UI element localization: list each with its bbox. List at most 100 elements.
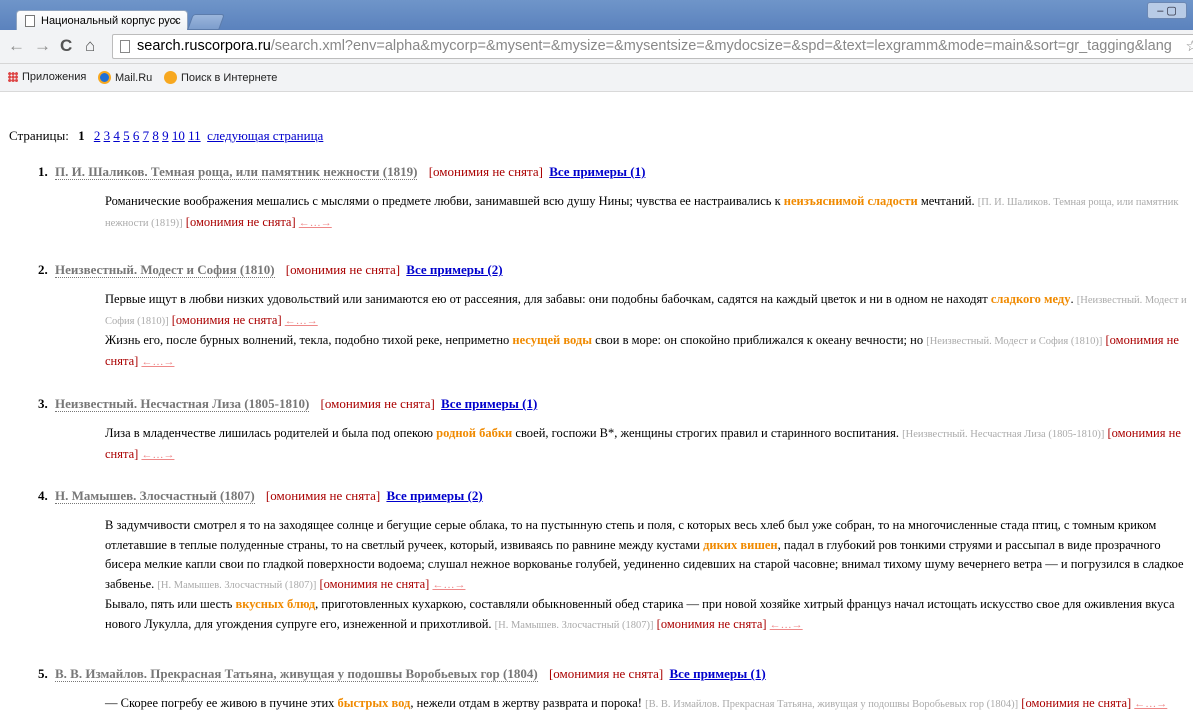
doc-number: 2. [38, 262, 48, 277]
snippet-source[interactable]: [Неизвестный. Несчастная Лиза (1805-1810… [902, 429, 1104, 440]
url-host: search.ruscorpora.ru [137, 38, 271, 54]
reload-icon[interactable]: C [60, 36, 72, 56]
snippet-source[interactable]: [Н. Мамышев. Злосчастный (1807)] [495, 620, 654, 631]
result-doc-1: 1. П. И. Шаликов. Темная роща, или памят… [38, 164, 1188, 233]
pager-link-6[interactable]: 6 [133, 128, 140, 143]
context-arrows[interactable]: ←…→ [1134, 698, 1167, 710]
doc-number: 5. [38, 666, 48, 681]
context-arrows[interactable]: ←…→ [432, 579, 465, 591]
context-arrows[interactable]: ←…→ [141, 449, 174, 461]
match-highlight: родной бабки [436, 426, 513, 440]
context-arrows[interactable]: ←…→ [770, 619, 803, 631]
page-icon [25, 15, 35, 27]
bookmark-star-icon[interactable]: ☆ [1186, 35, 1193, 58]
match-highlight: неизъяснимой сладости [783, 194, 918, 208]
pager-current: 1 [78, 128, 85, 143]
new-tab-button[interactable] [187, 14, 225, 30]
homonymy-label: [омонимия не снята] [285, 262, 401, 277]
context-arrows[interactable]: ←…→ [299, 217, 332, 229]
bookmark-label: Приложения [22, 71, 87, 83]
doc-header: 4. Н. Мамышев. Злосчастный (1807) [омони… [38, 488, 1188, 504]
window-controls[interactable]: – ▢ [1147, 2, 1187, 19]
snippet: Романические воображения мешались с мысл… [105, 192, 1193, 233]
match-highlight: вкусных блюд [235, 597, 316, 611]
homonymy-label: [омонимия не снята] [265, 488, 381, 503]
result-doc-4: 4. Н. Мамышев. Злосчастный (1807) [омони… [38, 488, 1188, 635]
browser-toolbar: ← → C ⌂ search.ruscorpora.ru/search.xml?… [0, 30, 1193, 64]
snippet-text: Жизнь его, после бурных волнений, текла,… [105, 333, 513, 347]
snippet: Лиза в младенчестве лишилась родителей и… [105, 424, 1193, 465]
all-examples-link[interactable]: Все примеры (2) [386, 488, 482, 503]
doc-number: 3. [38, 396, 48, 411]
title-bar: Национальный корпус русс × – ▢ [0, 0, 1193, 31]
all-examples-link[interactable]: Все примеры (1) [549, 164, 645, 179]
bookmarks-bar: Приложения Mail.Ru Поиск в Интернете [0, 64, 1193, 92]
doc-title[interactable]: Н. Мамышев. Злосчастный (1807) [55, 488, 255, 504]
result-doc-5: 5. В. В. Измайлов. Прекрасная Татьяна, ж… [38, 666, 1188, 715]
bookmark-apps[interactable]: Приложения [8, 71, 86, 83]
match-highlight: несущей воды [512, 333, 593, 347]
homonymy-label: [омонимия не снята] [185, 214, 296, 229]
homonymy-label: [омонимия не снята] [548, 666, 664, 681]
forward-icon[interactable]: → [34, 36, 51, 56]
homonymy-label: [омонимия не снята] [171, 312, 282, 327]
mailru-icon [98, 71, 111, 84]
context-arrows[interactable]: ←…→ [141, 356, 174, 368]
browser-tab[interactable]: Национальный корпус русс × [16, 10, 188, 31]
bookmark-search[interactable]: Поиск в Интернете [164, 71, 277, 84]
tab-title: Национальный корпус русс [41, 15, 181, 27]
snippet-text: Романические воображения мешались с мысл… [105, 194, 784, 208]
snippet: Первые ищут в любви низких удовольствий … [105, 290, 1193, 372]
homonymy-label: [омонимия не снята] [320, 396, 435, 411]
snippet: В задумчивости смотрел я то на заходящее… [105, 516, 1193, 635]
match-highlight: сладкого меду [990, 292, 1071, 306]
pagination: Страницы: 1 2 3 4 5 6 7 8 9 10 11 следую… [9, 128, 323, 144]
homonymy-label: [омонимия не снята] [428, 164, 543, 179]
snippet: — Скорее погребу ее живою в пучине этих … [105, 694, 1193, 715]
snippet-text: своей, госпожи В*, женщины строгих прави… [512, 426, 903, 440]
snippet-text: Бывало, пять или шесть [105, 597, 236, 611]
all-examples-link[interactable]: Все примеры (1) [441, 396, 537, 411]
homonymy-label: [омонимия не снята] [319, 576, 430, 591]
snippet-source[interactable]: [Н. Мамышев. Злосчастный (1807)] [157, 580, 316, 591]
pager-link-10[interactable]: 10 [172, 128, 185, 143]
back-icon[interactable]: ← [8, 36, 25, 56]
pager-link-7[interactable]: 7 [143, 128, 150, 143]
pager-link-3[interactable]: 3 [104, 128, 111, 143]
doc-header: 5. В. В. Измайлов. Прекрасная Татьяна, ж… [38, 666, 1188, 682]
doc-title[interactable]: П. И. Шаликов. Темная роща, или памятник… [55, 164, 418, 180]
snippet-text: Первые ищут в любви низких удовольствий … [105, 292, 991, 306]
doc-header: 1. П. И. Шаликов. Темная роща, или памят… [38, 164, 1188, 180]
bookmark-label: Mail.Ru [115, 71, 153, 84]
match-highlight: быстрых вод [337, 696, 411, 710]
snippet-source[interactable]: [Неизвестный. Модест и София (1810)] [926, 336, 1102, 347]
doc-title[interactable]: Неизвестный. Модест и София (1810) [55, 262, 275, 278]
doc-number: 1. [38, 164, 48, 179]
pager-next-link[interactable]: следующая страница [207, 128, 323, 143]
pager-link-4[interactable]: 4 [113, 128, 120, 143]
snippet-text: — Скорее погребу ее живою в пучине этих [105, 696, 338, 710]
all-examples-link[interactable]: Все примеры (2) [406, 262, 502, 277]
pager-link-5[interactable]: 5 [123, 128, 130, 143]
address-bar[interactable]: search.ruscorpora.ru/search.xml?env=alph… [112, 34, 1193, 59]
pager-link-9[interactable]: 9 [162, 128, 169, 143]
doc-header: 2. Неизвестный. Модест и София (1810) [о… [38, 262, 1188, 278]
doc-title[interactable]: Неизвестный. Несчастная Лиза (1805-1810) [55, 396, 310, 412]
doc-title[interactable]: В. В. Измайлов. Прекрасная Татьяна, живу… [55, 666, 538, 682]
homonymy-label: [омонимия не снята] [656, 616, 767, 631]
homonymy-label: [омонимия не снята] [1021, 696, 1132, 710]
home-icon[interactable]: ⌂ [85, 36, 95, 56]
doc-number: 4. [38, 488, 48, 503]
match-highlight: диких вишен [703, 537, 778, 552]
pager-link-8[interactable]: 8 [152, 128, 159, 143]
all-examples-link[interactable]: Все примеры (1) [669, 666, 765, 681]
tab-close-icon[interactable]: × [173, 11, 179, 31]
snippet-text: Лиза в младенчестве лишилась родителей и… [105, 426, 437, 440]
bookmark-label: Поиск в Интернете [181, 71, 278, 84]
context-arrows[interactable]: ←…→ [285, 315, 318, 327]
snippet-source[interactable]: [В. В. Измайлов. Прекрасная Татьяна, жив… [645, 699, 1018, 710]
result-doc-2: 2. Неизвестный. Модест и София (1810) [о… [38, 262, 1188, 372]
pager-link-2[interactable]: 2 [94, 128, 101, 143]
bookmark-mailru[interactable]: Mail.Ru [98, 71, 152, 84]
pager-link-11[interactable]: 11 [188, 128, 201, 143]
